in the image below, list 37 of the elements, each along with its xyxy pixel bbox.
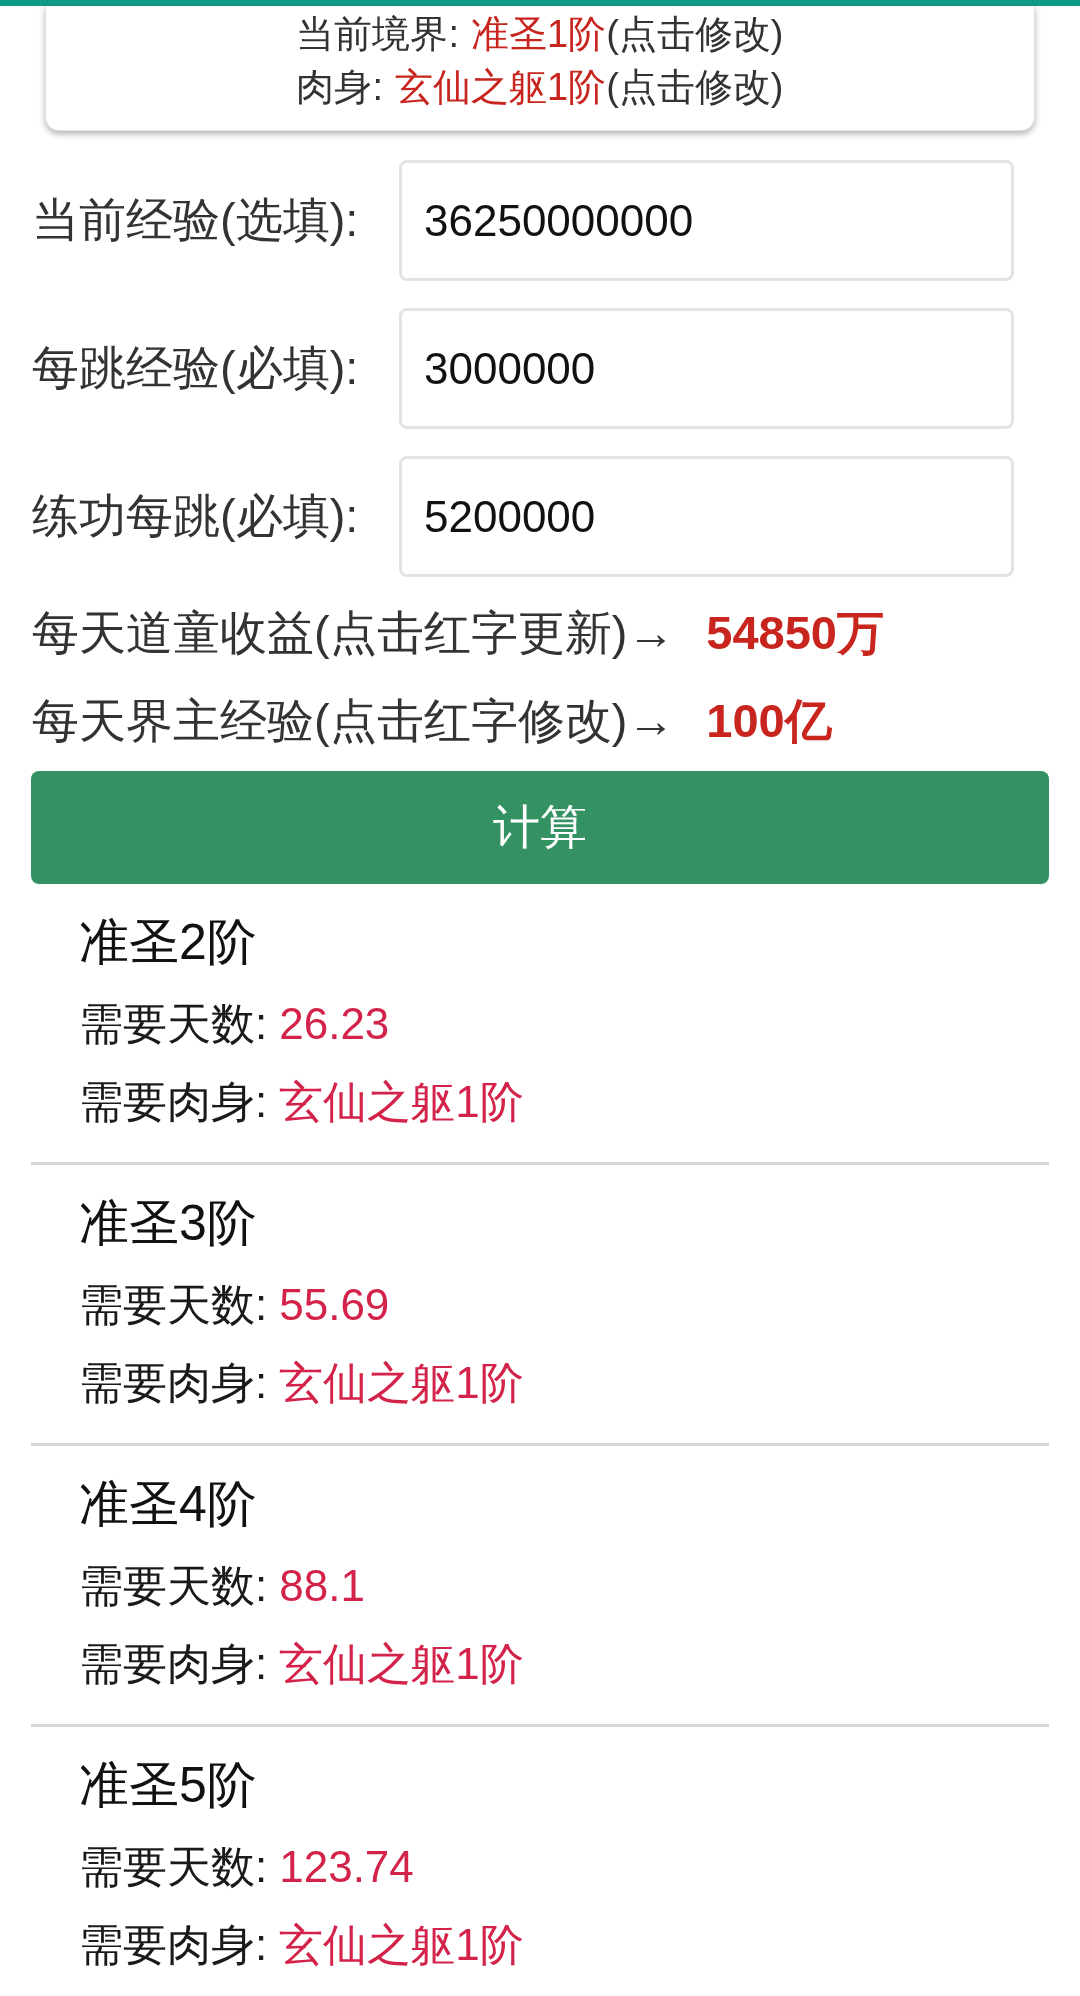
days-value: 88.1 [279, 1560, 365, 1612]
info-value-link[interactable]: 玄仙之躯1阶 [395, 61, 607, 114]
result-title: 准圣4阶 [79, 1475, 258, 1534]
days-value: 123.74 [279, 1841, 414, 1893]
body-label: 需要肉身: [79, 1638, 268, 1690]
field-label: 每跳经验(必填): [32, 340, 360, 397]
daily-label: 每天界主经验(点击红字修改)→ [32, 693, 675, 749]
field-label: 当前经验(选填): [32, 192, 360, 249]
input-field[interactable]: 3000000 [399, 308, 1014, 429]
days-value: 26.23 [279, 998, 390, 1050]
edit-hint: (点击修改) [606, 12, 784, 57]
body-value: 玄仙之躯1阶 [279, 1919, 524, 1971]
daily-value-link[interactable]: 54850万 [706, 589, 884, 677]
days-value: 55.69 [279, 1279, 390, 1331]
daily-value-link[interactable]: 100亿 [706, 677, 832, 765]
result-title: 准圣5阶 [79, 1756, 258, 1815]
edit-hint: (点击修改) [606, 65, 784, 110]
info-label: 当前境界: [296, 12, 460, 57]
result-title: 准圣3阶 [79, 1194, 258, 1253]
body-value: 玄仙之躯1阶 [279, 1357, 524, 1409]
body-label: 需要肉身: [79, 1357, 268, 1409]
calculate-button[interactable]: 计算 [31, 771, 1049, 884]
info-value-link[interactable]: 准圣1阶 [471, 8, 607, 61]
days-label: 需要天数: [79, 998, 268, 1050]
days-label: 需要天数: [79, 1560, 268, 1612]
input-field[interactable]: 36250000000 [399, 160, 1014, 281]
input-field[interactable]: 5200000 [399, 456, 1014, 577]
field-label: 练功每跳(必填): [32, 488, 360, 545]
body-label: 需要肉身: [79, 1076, 268, 1128]
body-value: 玄仙之躯1阶 [279, 1638, 524, 1690]
result-title: 准圣2阶 [79, 913, 258, 972]
body-label: 需要肉身: [79, 1919, 268, 1971]
days-label: 需要天数: [79, 1279, 268, 1331]
info-label: 肉身: [296, 65, 384, 110]
body-value: 玄仙之躯1阶 [279, 1076, 524, 1128]
days-label: 需要天数: [79, 1841, 268, 1893]
daily-label: 每天道童收益(点击红字更新)→ [32, 605, 675, 661]
